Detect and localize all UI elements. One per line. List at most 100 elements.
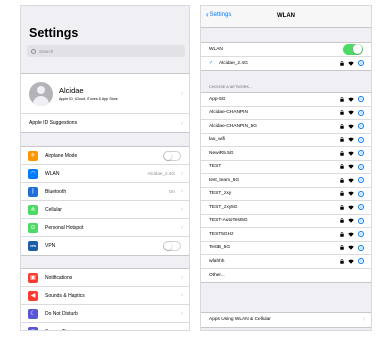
- wlan-toggle[interactable]: [343, 43, 363, 55]
- network-row[interactable]: TEST5GHz i: [201, 228, 371, 242]
- settings-row-label: Sounds & Haptics: [45, 292, 85, 299]
- info-icon[interactable]: i: [358, 150, 364, 157]
- chevron-right-icon: ›: [181, 329, 183, 331]
- settings-row-cellular[interactable]: ⋔ Cellular ›: [21, 201, 189, 219]
- network-status-icons: i: [340, 163, 364, 170]
- network-status-icons: i: [340, 123, 364, 130]
- info-icon[interactable]: i: [358, 204, 364, 211]
- info-icon[interactable]: i: [358, 258, 364, 265]
- settings-row-airplane-mode[interactable]: ✈ Airplane Mode: [21, 147, 189, 165]
- settings-row-wlan[interactable]: ◠ WLAN Alcidae_2.4G ›: [21, 165, 189, 183]
- network-row[interactable]: Alcidae-CHANPIN i: [201, 107, 371, 120]
- vpn-icon: VPN: [28, 241, 38, 251]
- network-row[interactable]: TEST_zxy i: [201, 188, 371, 201]
- network-row[interactable]: TEST_zxy5G i: [201, 201, 371, 215]
- info-icon[interactable]: i: [358, 60, 364, 67]
- profile-group: Alcidae Apple ID, iCloud, iTunes & App S…: [21, 73, 189, 133]
- wifi-signal-icon: [348, 151, 354, 156]
- system-settings-group: ▣ Notifications › ◀ Sounds & Haptics › ☾ Do Not…: [21, 268, 189, 331]
- apps-row-label: Apps Using WLAN & Cellular: [209, 317, 271, 323]
- network-name: Alcidae-CHANPIN: [209, 110, 248, 116]
- network-row[interactable]: test_team_5G i: [201, 174, 371, 188]
- toggle-switch[interactable]: [163, 241, 181, 251]
- profile-row[interactable]: Alcidae Apple ID, iCloud, iTunes & App S…: [21, 74, 189, 114]
- wifi-signal-icon: [348, 205, 354, 210]
- wifi-signal-icon: [348, 191, 354, 196]
- network-status-icons: i: [340, 258, 364, 265]
- info-icon[interactable]: i: [358, 123, 364, 130]
- settings-row-personal-hotspot[interactable]: ⊙ Personal Hotspot ›: [21, 219, 189, 237]
- settings-row-label: VPN: [45, 243, 56, 249]
- settings-row-screen-time[interactable]: ⧗ Screen Time ›: [21, 323, 189, 331]
- settings-row-bluetooth[interactable]: ᛒ Bluetooth On ›: [21, 183, 189, 201]
- network-status-icons: i: [340, 136, 364, 143]
- bluetooth-icon: ᛒ: [28, 186, 38, 197]
- network-name: wfahhh: [209, 258, 225, 264]
- apps-using-wlan-row[interactable]: Apps Using WLAN & Cellular ›: [201, 313, 371, 327]
- settings-row-label: Notifications: [45, 274, 73, 281]
- network-row[interactable]: wfahhh i: [201, 255, 371, 269]
- network-status-icons: i: [340, 244, 364, 251]
- profile-subtitle: Apple ID, iCloud, iTunes & App Store: [59, 97, 118, 101]
- network-row[interactable]: lao_wifi i: [201, 134, 371, 147]
- network-list: App-5G i Alcidae-CHANPIN i Alcidae-CHANPIN_5…: [201, 92, 371, 283]
- hourglass-icon: ⧗: [28, 327, 38, 330]
- wifi-signal-icon: [348, 137, 354, 142]
- network-row[interactable]: NewiR5.5G i: [201, 147, 371, 161]
- chevron-right-icon: ›: [180, 119, 183, 127]
- settings-row-label: Do Not Disturb: [45, 310, 78, 317]
- info-icon[interactable]: i: [358, 136, 364, 143]
- info-icon[interactable]: i: [358, 231, 364, 238]
- network-name: Alcidae-CHANPIN_5G: [209, 123, 257, 129]
- lock-icon: [340, 150, 344, 156]
- network-name: TestB_5G: [209, 245, 231, 251]
- other-network-row[interactable]: Other...: [201, 269, 371, 283]
- network-status-icons: i: [340, 217, 364, 224]
- network-row[interactable]: Alcidae-CHANPIN_5G i: [201, 120, 371, 134]
- lock-icon: [340, 204, 344, 210]
- info-icon[interactable]: i: [358, 96, 364, 103]
- apps-group: Apps Using WLAN & Cellular ›: [201, 312, 371, 328]
- settings-row-do-not-disturb[interactable]: ☾ Do Not Disturb ›: [21, 305, 189, 323]
- settings-row-label: Airplane Mode: [45, 152, 78, 159]
- settings-row-sounds-haptics[interactable]: ◀ Sounds & Haptics ›: [21, 287, 189, 305]
- lock-icon: [340, 231, 344, 237]
- network-row[interactable]: TEST-AutoTest5G i: [201, 215, 371, 228]
- apple-id-suggestions-row[interactable]: Apple ID Suggestions ›: [21, 114, 189, 132]
- network-status-icons: i: [340, 177, 364, 184]
- lock-icon: [340, 164, 344, 169]
- info-icon[interactable]: i: [358, 217, 364, 224]
- network-row[interactable]: TEST i: [201, 161, 371, 174]
- toggle-switch[interactable]: [163, 150, 181, 161]
- info-icon[interactable]: i: [358, 177, 364, 184]
- settings-row-vpn[interactable]: VPN VPN: [21, 237, 189, 255]
- settings-row-label: Bluetooth: [45, 188, 67, 195]
- chevron-right-icon: ›: [180, 170, 183, 177]
- network-row[interactable]: TestB_5G i: [201, 242, 371, 255]
- info-icon[interactable]: i: [358, 190, 364, 197]
- search-field[interactable]: Search: [27, 45, 185, 57]
- connected-network-row[interactable]: ✓ Alcidae_2.4G i: [201, 57, 371, 71]
- wlan-toggle-row: WLAN: [201, 43, 371, 57]
- chevron-right-icon: ›: [180, 274, 183, 281]
- wifi-icon: ◠: [28, 168, 38, 179]
- chevron-right-icon: ›: [362, 316, 365, 324]
- network-name: App-5G: [209, 96, 226, 102]
- info-icon[interactable]: i: [358, 109, 364, 116]
- connected-network-name: Alcidae_2.4G: [219, 60, 248, 66]
- wifi-signal-icon: [348, 218, 354, 223]
- lock-icon: [340, 245, 344, 250]
- lock-icon: [340, 218, 344, 223]
- moon-icon: ☾: [28, 308, 38, 319]
- network-row[interactable]: App-5G i: [201, 93, 371, 107]
- info-icon[interactable]: i: [358, 163, 364, 170]
- settings-row-notifications[interactable]: ▣ Notifications ›: [21, 269, 189, 287]
- info-icon[interactable]: i: [358, 244, 364, 251]
- lock-icon: [340, 110, 344, 115]
- wifi-signal-icon: [348, 232, 354, 237]
- network-name: TEST5GHz: [209, 231, 234, 237]
- network-status-icons: i: [340, 60, 364, 67]
- network-name: lao_wifi: [209, 137, 225, 143]
- section-header: CHOOSE A NETWORK...: [209, 85, 253, 89]
- network-status-icons: i: [340, 109, 364, 116]
